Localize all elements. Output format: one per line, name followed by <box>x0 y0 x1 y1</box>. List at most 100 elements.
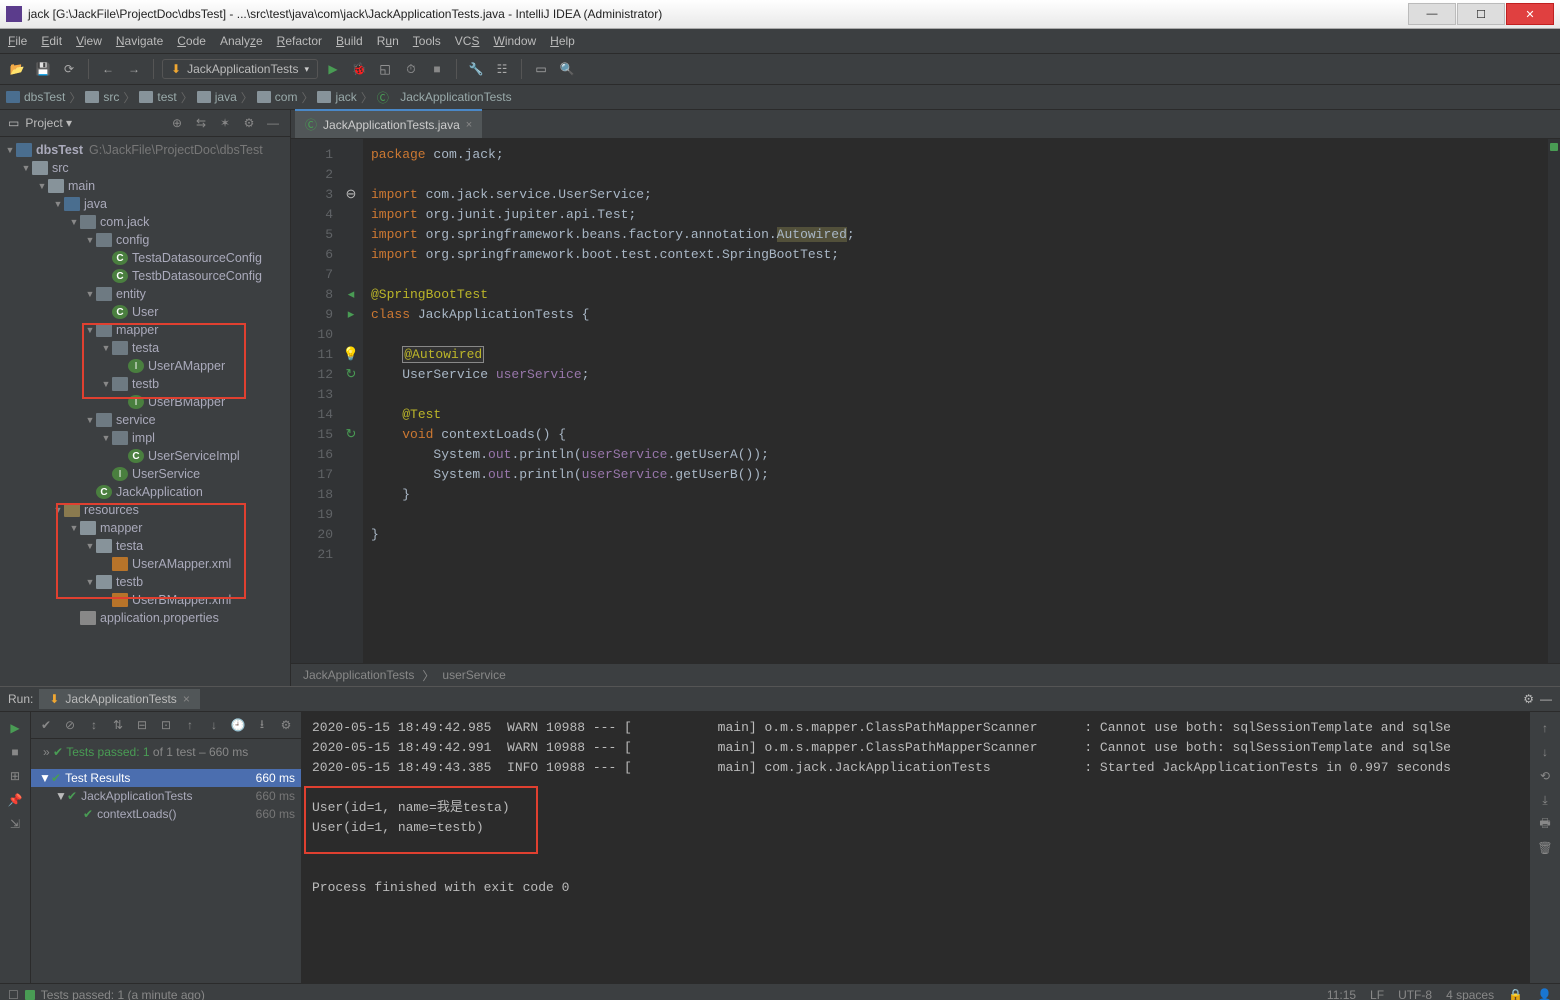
crumb-src[interactable]: src <box>85 90 119 104</box>
search-icon[interactable]: 🔍 <box>556 58 578 80</box>
gear-icon[interactable]: ⚙ <box>240 116 258 130</box>
structure-icon[interactable]: ☷ <box>491 58 513 80</box>
tree-resources[interactable]: ▼resources <box>0 501 290 519</box>
tree-testbds[interactable]: CTestbDatasourceConfig <box>0 267 290 285</box>
close-button[interactable]: ✕ <box>1506 3 1554 25</box>
project-tree[interactable]: ▼dbsTestG:\JackFile\ProjectDoc\dbsTest ▼… <box>0 137 290 686</box>
refresh-icon[interactable]: ⟳ <box>58 58 80 80</box>
scroll-end-icon[interactable]: ⤓ <box>1530 788 1560 812</box>
menu-view[interactable]: View <box>76 34 102 48</box>
test-class[interactable]: ▼✔JackApplicationTests660 ms <box>31 787 301 805</box>
status-icon[interactable]: ☐ <box>8 988 19 1000</box>
menu-window[interactable]: Window <box>493 34 536 48</box>
crumb-com[interactable]: com <box>257 90 298 104</box>
tree-testa[interactable]: ▼testa <box>0 339 290 357</box>
back-icon[interactable]: ← <box>97 58 119 80</box>
stop-run-icon[interactable]: ■ <box>0 740 30 764</box>
next-icon[interactable]: ↓ <box>203 718 225 732</box>
tree-root[interactable]: ▼dbsTestG:\JackFile\ProjectDoc\dbsTest <box>0 141 290 159</box>
menu-navigate[interactable]: Navigate <box>116 34 163 48</box>
crumb-java[interactable]: java <box>197 90 237 104</box>
sort-icon[interactable]: ↕ <box>83 718 105 732</box>
caret-position[interactable]: 11:15 <box>1327 988 1356 1000</box>
soft-wrap-icon[interactable]: ⟲ <box>1530 764 1560 788</box>
menu-build[interactable]: Build <box>336 34 363 48</box>
console-output[interactable]: 2020-05-15 18:49:42.985 WARN 10988 --- [… <box>302 712 1529 983</box>
show-passed-icon[interactable]: ✔ <box>35 718 57 732</box>
run-tab[interactable]: ⬇JackApplicationTests× <box>39 689 199 709</box>
menu-vcs[interactable]: VCS <box>455 34 480 48</box>
debug-icon[interactable]: 🐞 <box>348 58 370 80</box>
crumb-class[interactable]: JackApplicationTests <box>303 668 414 682</box>
coverage-icon[interactable]: ◱ <box>374 58 396 80</box>
crumb-jack[interactable]: jack <box>317 90 356 104</box>
menu-edit[interactable]: Edit <box>41 34 62 48</box>
tree-src[interactable]: ▼src <box>0 159 290 177</box>
test-root[interactable]: ▼✔Test Results660 ms <box>31 769 301 787</box>
history-icon[interactable]: 🕘 <box>227 718 249 732</box>
tree-jackapp[interactable]: CJackApplication <box>0 483 290 501</box>
hammer-icon[interactable]: 🔧 <box>465 58 487 80</box>
maximize-button[interactable]: ☐ <box>1457 3 1505 25</box>
tree-appprops[interactable]: application.properties <box>0 609 290 627</box>
profile-icon[interactable]: ⏱ <box>400 58 422 80</box>
prev-icon[interactable]: ↑ <box>179 718 201 732</box>
tree-testads[interactable]: CTestaDatasourceConfig <box>0 249 290 267</box>
menu-analyze[interactable]: Analyze <box>220 34 263 48</box>
tree-impl[interactable]: ▼impl <box>0 429 290 447</box>
menu-file[interactable]: File <box>8 34 27 48</box>
tree-comjack[interactable]: ▼com.jack <box>0 213 290 231</box>
indent[interactable]: 4 spaces <box>1446 988 1494 1000</box>
forward-icon[interactable]: → <box>123 58 145 80</box>
run-config-selector[interactable]: ⬇ JackApplicationTests ▾ <box>162 59 318 79</box>
menu-run[interactable]: Run <box>377 34 399 48</box>
tree-testb[interactable]: ▼testb <box>0 375 290 393</box>
code-text[interactable]: package com.jack; import com.jack.servic… <box>363 139 1548 663</box>
file-encoding[interactable]: UTF-8 <box>1398 988 1432 1000</box>
crumb-project[interactable]: dbsTest <box>6 90 65 104</box>
minimize-button[interactable]: — <box>1408 3 1456 25</box>
run-gear-icon[interactable]: ⚙ <box>1523 692 1534 706</box>
tree-usersvcimpl[interactable]: CUserServiceImpl <box>0 447 290 465</box>
collapse-icon[interactable]: ✶ <box>216 116 234 130</box>
save-icon[interactable]: 💾 <box>32 58 54 80</box>
menu-code[interactable]: Code <box>177 34 206 48</box>
export-icon[interactable]: ⇲ <box>0 812 30 836</box>
clear-icon[interactable]: 🗑 <box>1530 836 1560 860</box>
print-icon[interactable]: 🖶 <box>1530 812 1560 836</box>
gutter-icons[interactable]: ⊖ ◂▸ 💡↻ ↻ <box>339 139 363 663</box>
tree-user[interactable]: CUser <box>0 303 290 321</box>
tree-service[interactable]: ▼service <box>0 411 290 429</box>
tree-testa-r[interactable]: ▼testa <box>0 537 290 555</box>
lock-icon[interactable]: 🔒 <box>1508 988 1523 1000</box>
inspector-icon[interactable]: 👤 <box>1537 988 1552 1000</box>
scroll-bot-icon[interactable]: ↓ <box>1530 740 1560 764</box>
tree-config[interactable]: ▼config <box>0 231 290 249</box>
error-stripe[interactable] <box>1548 139 1560 663</box>
line-separator[interactable]: LF <box>1370 988 1384 1000</box>
test-gear-icon[interactable]: ⚙ <box>275 718 297 732</box>
close-tab-icon[interactable]: × <box>466 119 472 131</box>
crumb-field[interactable]: userService <box>442 668 505 682</box>
select-opened-icon[interactable]: ⊕ <box>168 116 186 130</box>
menu-refactor[interactable]: Refactor <box>277 34 322 48</box>
tree-testb-r[interactable]: ▼testb <box>0 573 290 591</box>
expand-icon[interactable]: ⇆ <box>192 116 210 130</box>
editor-tab-active[interactable]: ⒸJackApplicationTests.java× <box>295 109 482 138</box>
tree-useramx[interactable]: UserAMapper.xml <box>0 555 290 573</box>
tree-java[interactable]: ▼java <box>0 195 290 213</box>
import-icon[interactable]: ⭳ <box>251 715 273 736</box>
run-icon[interactable]: ▶ <box>322 58 344 80</box>
layout-icon[interactable]: ⊞ <box>0 764 30 788</box>
crumb-test[interactable]: test <box>139 90 176 104</box>
tree-mapper-r[interactable]: ▼mapper <box>0 519 290 537</box>
collapse-all-icon[interactable]: ⊡ <box>155 718 177 732</box>
show-ignored-icon[interactable]: ⊘ <box>59 718 81 732</box>
tree-useramapper[interactable]: IUserAMapper <box>0 357 290 375</box>
test-method[interactable]: ✔contextLoads()660 ms <box>31 805 301 823</box>
project-panel-title[interactable]: Project ▾ <box>25 116 162 130</box>
hide-icon[interactable]: — <box>264 116 282 130</box>
crumb-file[interactable]: Ⓒ JackApplicationTests <box>377 89 512 106</box>
stop-icon[interactable]: ■ <box>426 58 448 80</box>
open-icon[interactable]: 📂 <box>6 58 28 80</box>
